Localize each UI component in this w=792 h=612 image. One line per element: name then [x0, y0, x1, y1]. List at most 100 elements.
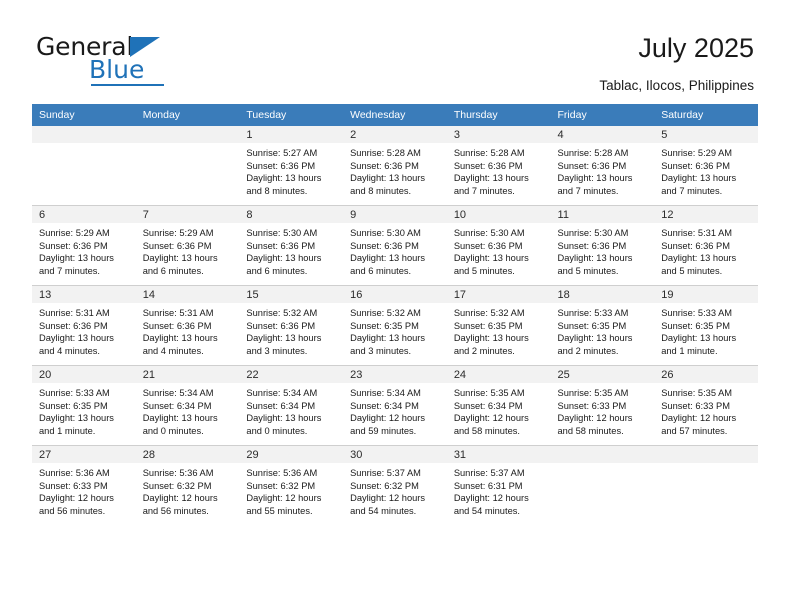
sunset-text: Sunset: 6:35 PM — [557, 320, 627, 331]
day-cell[interactable]: 16 Sunrise: 5:32 AM Sunset: 6:35 PM Dayligh… — [343, 285, 447, 366]
day-cell[interactable]: 5 Sunrise: 5:29 AM Sunset: 6:36 PM Daylight… — [654, 126, 758, 206]
sunrise-text: Sunrise: 5:31 AM — [39, 308, 110, 318]
day-cell[interactable]: 20 Sunrise: 5:33 AM Sunset: 6:35 PM Dayligh… — [32, 365, 136, 446]
sunrise-text: Sunrise: 5:34 AM — [246, 388, 318, 398]
sunrise-text: Sunrise: 5:34 AM — [142, 388, 214, 398]
day-cell[interactable] — [32, 126, 136, 206]
calendar-week-row: 27 Sunrise: 5:36 AM Sunset: 6:33 PM Dayligh… — [32, 445, 758, 525]
day-details: Sunrise: 5:35 AM Sunset: 6:34 PM Daylight:… — [447, 383, 551, 437]
daylight-text-line2: and 5 minutes. — [661, 265, 723, 276]
day-details — [136, 143, 240, 147]
daylight-text-line2: and 58 minutes. — [557, 425, 624, 436]
day-cell[interactable]: 26 Sunrise: 5:35 AM Sunset: 6:33 PM Dayligh… — [654, 365, 758, 446]
daylight-text-line2: and 1 minute. — [39, 425, 96, 436]
day-cell[interactable]: 14 Sunrise: 5:31 AM Sunset: 6:36 PM Dayligh… — [135, 285, 240, 366]
day-number: 4 — [550, 126, 655, 143]
calendar-week-row: 1 Sunrise: 5:27 AM Sunset: 6:36 PM Daylight… — [32, 126, 758, 206]
sunset-text: Sunset: 6:35 PM — [39, 400, 108, 411]
calendar-body: 1 Sunrise: 5:27 AM Sunset: 6:36 PM Daylight… — [32, 126, 758, 525]
sunset-text: Sunset: 6:36 PM — [142, 240, 212, 251]
day-details: Sunrise: 5:33 AM Sunset: 6:35 PM Daylight:… — [654, 303, 758, 357]
day-cell[interactable]: 8 Sunrise: 5:30 AM Sunset: 6:36 PM Daylight… — [239, 205, 344, 286]
sunset-text: Sunset: 6:31 PM — [453, 480, 523, 491]
general-blue-logo[interactable]: General Blue — [36, 34, 246, 86]
sunrise-text: Sunrise: 5:34 AM — [350, 388, 421, 398]
sunrise-text: Sunrise: 5:33 AM — [557, 308, 629, 318]
day-cell[interactable]: 2 Sunrise: 5:28 AM Sunset: 6:36 PM Daylight… — [343, 126, 447, 206]
daylight-text-line1: Daylight: 12 hours — [142, 493, 218, 504]
sunrise-text: Sunrise: 5:29 AM — [142, 228, 214, 238]
day-cell[interactable] — [654, 445, 758, 525]
daylight-text-line1: Daylight: 13 hours — [142, 253, 218, 264]
day-details: Sunrise: 5:34 AM Sunset: 6:34 PM Daylight:… — [136, 383, 240, 437]
day-cell[interactable]: 13 Sunrise: 5:31 AM Sunset: 6:36 PM Dayligh… — [32, 285, 136, 366]
day-cell[interactable] — [135, 126, 240, 206]
day-cell[interactable]: 25 Sunrise: 5:35 AM Sunset: 6:33 PM Dayligh… — [550, 365, 655, 446]
sunset-text: Sunset: 6:36 PM — [142, 320, 212, 331]
day-cell[interactable]: 10 Sunrise: 5:30 AM Sunset: 6:36 PM Dayligh… — [446, 205, 551, 286]
daylight-text-line1: Daylight: 13 hours — [661, 173, 737, 184]
day-cell[interactable]: 22 Sunrise: 5:34 AM Sunset: 6:34 PM Dayligh… — [239, 365, 344, 446]
daylight-text-line1: Daylight: 13 hours — [246, 413, 322, 424]
day-details: Sunrise: 5:29 AM Sunset: 6:36 PM Daylight:… — [654, 143, 758, 197]
day-cell[interactable]: 18 Sunrise: 5:33 AM Sunset: 6:35 PM Dayligh… — [550, 285, 655, 366]
day-number: 19 — [654, 286, 758, 303]
day-cell[interactable]: 6 Sunrise: 5:29 AM Sunset: 6:36 PM Daylight… — [32, 205, 136, 286]
daylight-text-line1: Daylight: 13 hours — [39, 413, 114, 424]
day-cell[interactable]: 12 Sunrise: 5:31 AM Sunset: 6:36 PM Dayligh… — [654, 205, 758, 286]
day-number: 2 — [343, 126, 447, 143]
day-cell[interactable]: 9 Sunrise: 5:30 AM Sunset: 6:36 PM Daylight… — [343, 205, 447, 286]
day-number: 15 — [239, 286, 344, 303]
day-details: Sunrise: 5:31 AM Sunset: 6:36 PM Daylight:… — [654, 223, 758, 277]
daylight-text-line1: Daylight: 13 hours — [39, 253, 114, 264]
day-cell[interactable]: 3 Sunrise: 5:28 AM Sunset: 6:36 PM Daylight… — [446, 126, 551, 206]
daylight-text-line2: and 55 minutes. — [246, 505, 313, 516]
sunrise-text: Sunrise: 5:35 AM — [557, 388, 629, 398]
day-cell[interactable]: 29 Sunrise: 5:36 AM Sunset: 6:32 PM Dayligh… — [239, 445, 344, 525]
sunset-text: Sunset: 6:33 PM — [557, 400, 627, 411]
sunrise-text: Sunrise: 5:31 AM — [142, 308, 214, 318]
day-number — [550, 446, 655, 463]
sunset-text: Sunset: 6:36 PM — [350, 160, 419, 171]
daylight-text-line1: Daylight: 12 hours — [453, 493, 529, 504]
logo-underline — [91, 84, 164, 86]
day-cell[interactable] — [550, 445, 655, 525]
day-number: 25 — [550, 366, 655, 383]
sunrise-text: Sunrise: 5:30 AM — [350, 228, 421, 238]
day-cell[interactable]: 7 Sunrise: 5:29 AM Sunset: 6:36 PM Daylight… — [135, 205, 240, 286]
day-number — [135, 126, 240, 143]
day-cell[interactable]: 17 Sunrise: 5:32 AM Sunset: 6:35 PM Dayligh… — [446, 285, 551, 366]
day-cell[interactable]: 21 Sunrise: 5:34 AM Sunset: 6:34 PM Dayligh… — [135, 365, 240, 446]
day-cell[interactable]: 4 Sunrise: 5:28 AM Sunset: 6:36 PM Daylight… — [550, 126, 655, 206]
daylight-text-line1: Daylight: 12 hours — [661, 413, 737, 424]
sunrise-text: Sunrise: 5:28 AM — [557, 148, 629, 158]
day-cell[interactable]: 19 Sunrise: 5:33 AM Sunset: 6:35 PM Dayligh… — [654, 285, 758, 366]
day-details: Sunrise: 5:28 AM Sunset: 6:36 PM Daylight:… — [343, 143, 447, 197]
day-cell[interactable]: 11 Sunrise: 5:30 AM Sunset: 6:36 PM Dayligh… — [550, 205, 655, 286]
sunset-text: Sunset: 6:36 PM — [350, 240, 419, 251]
day-cell[interactable]: 27 Sunrise: 5:36 AM Sunset: 6:33 PM Dayligh… — [32, 445, 136, 525]
daylight-text-line2: and 3 minutes. — [246, 345, 308, 356]
calendar-header-row: Sunday Monday Tuesday Wednesday Thursday… — [32, 104, 758, 126]
sunrise-text: Sunrise: 5:30 AM — [246, 228, 318, 238]
daylight-text-line2: and 8 minutes. — [246, 185, 308, 196]
sunrise-text: Sunrise: 5:37 AM — [350, 468, 421, 478]
sunset-text: Sunset: 6:36 PM — [661, 240, 730, 251]
day-cell[interactable]: 1 Sunrise: 5:27 AM Sunset: 6:36 PM Daylight… — [239, 126, 344, 206]
day-cell[interactable]: 24 Sunrise: 5:35 AM Sunset: 6:34 PM Dayligh… — [446, 365, 551, 446]
sunrise-text: Sunrise: 5:32 AM — [246, 308, 318, 318]
logo-triangle-icon — [130, 37, 160, 57]
day-details: Sunrise: 5:34 AM Sunset: 6:34 PM Daylight:… — [343, 383, 447, 437]
day-details: Sunrise: 5:37 AM Sunset: 6:31 PM Daylight:… — [447, 463, 551, 517]
page-subtitle-location: Tablac, Ilocos, Philippines — [599, 78, 754, 93]
day-cell[interactable]: 31 Sunrise: 5:37 AM Sunset: 6:31 PM Dayligh… — [446, 445, 551, 525]
day-cell[interactable]: 28 Sunrise: 5:36 AM Sunset: 6:32 PM Dayligh… — [135, 445, 240, 525]
day-cell[interactable]: 15 Sunrise: 5:32 AM Sunset: 6:36 PM Dayligh… — [239, 285, 344, 366]
daylight-text-line2: and 54 minutes. — [453, 505, 520, 516]
day-cell[interactable]: 30 Sunrise: 5:37 AM Sunset: 6:32 PM Dayligh… — [343, 445, 447, 525]
day-number: 12 — [654, 206, 758, 223]
day-cell[interactable]: 23 Sunrise: 5:34 AM Sunset: 6:34 PM Dayligh… — [343, 365, 447, 446]
sunrise-text: Sunrise: 5:36 AM — [142, 468, 214, 478]
day-number: 5 — [654, 126, 758, 143]
daylight-text-line2: and 2 minutes. — [557, 345, 619, 356]
